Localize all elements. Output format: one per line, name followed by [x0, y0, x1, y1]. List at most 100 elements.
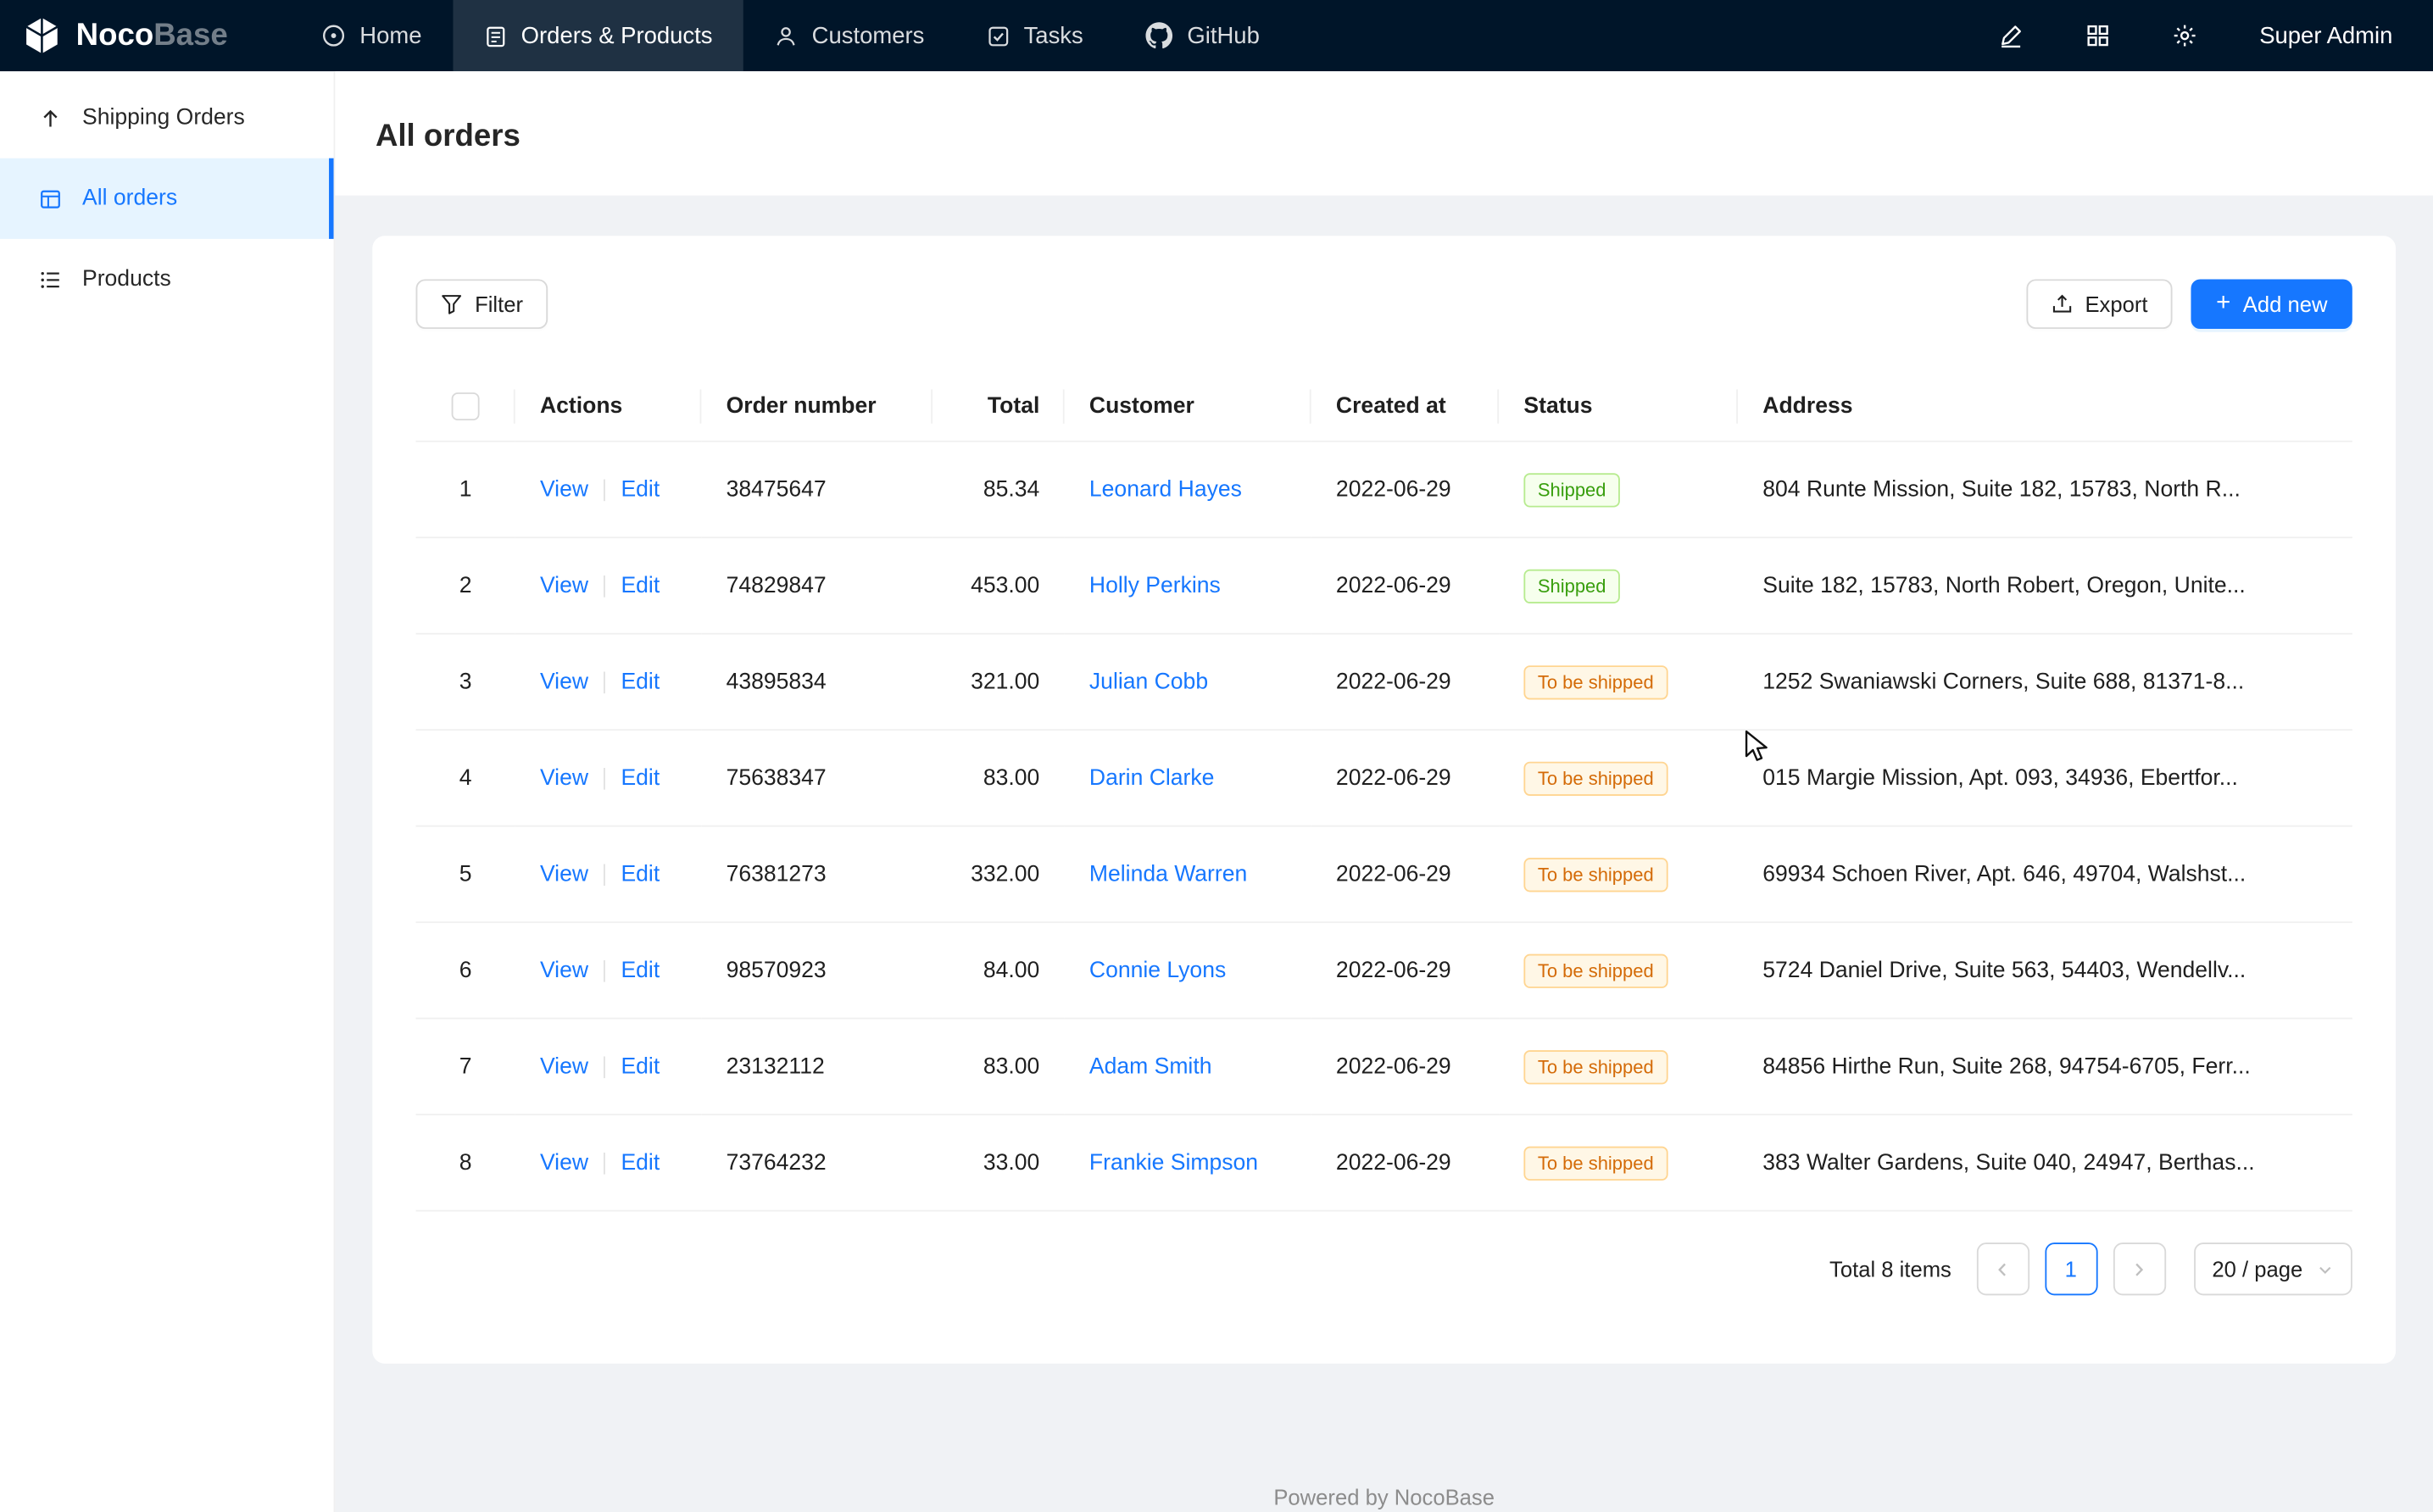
logo[interactable]: NocoBase: [0, 0, 256, 71]
nav-item-home[interactable]: Home: [290, 0, 453, 71]
design-mode-pen-icon[interactable]: [1999, 23, 2024, 47]
order-number: 23132112: [727, 1054, 825, 1079]
order-number: 38475647: [727, 477, 827, 502]
view-link[interactable]: View: [540, 1054, 588, 1079]
table-icon: [37, 187, 64, 210]
customer-link[interactable]: Melinda Warren: [1089, 862, 1247, 887]
customer-link[interactable]: Leonard Hayes: [1089, 477, 1242, 502]
page-header: All orders: [335, 71, 2433, 195]
header-address: Address: [1738, 372, 2352, 441]
page-size-select[interactable]: 20 / page: [2193, 1242, 2352, 1295]
total-cell: 83.00: [933, 1019, 1065, 1115]
order-total: 85.34: [983, 477, 1039, 502]
customer-link[interactable]: Darin Clarke: [1089, 765, 1215, 790]
customer-link[interactable]: Holly Perkins: [1089, 573, 1221, 598]
row-index-cell: 2: [416, 537, 515, 633]
prev-page-button[interactable]: [1976, 1242, 2029, 1295]
created-at: 2022-06-29: [1336, 670, 1451, 694]
order-total: 83.00: [983, 765, 1039, 790]
settings-gear-icon[interactable]: [2173, 23, 2197, 47]
row-index-cell: 7: [416, 1019, 515, 1115]
action-divider: [604, 1152, 605, 1174]
customer-cell: Melinda Warren: [1065, 826, 1311, 922]
sidebar-item-products[interactable]: Products: [0, 239, 334, 320]
edit-link[interactable]: Edit: [621, 1150, 660, 1175]
edit-link[interactable]: Edit: [621, 1054, 660, 1079]
page-size-value: 20 / page: [2212, 1257, 2302, 1281]
header-total: Total: [933, 372, 1065, 441]
created-at: 2022-06-29: [1336, 573, 1451, 598]
row-index-cell: 6: [416, 922, 515, 1018]
order-number-cell: 98570923: [701, 922, 933, 1018]
created-at-cell: 2022-06-29: [1311, 730, 1499, 825]
status-cell: Shipped: [1499, 442, 1738, 537]
status-badge: To be shipped: [1523, 761, 1667, 795]
order-number: 74829847: [727, 573, 827, 598]
created-at: 2022-06-29: [1336, 958, 1451, 982]
view-link[interactable]: View: [540, 765, 588, 790]
actions-cell: View Edit: [515, 730, 702, 825]
sidebar-item-shipping-orders[interactable]: Shipping Orders: [0, 78, 334, 158]
footer-text: Powered by NocoBase: [372, 1485, 2396, 1512]
action-divider: [604, 864, 605, 886]
view-link[interactable]: View: [540, 862, 588, 887]
edit-link[interactable]: Edit: [621, 670, 660, 694]
customer-link[interactable]: Frankie Simpson: [1089, 1150, 1258, 1175]
customer-link[interactable]: Julian Cobb: [1089, 670, 1208, 694]
row-index-cell: 8: [416, 1115, 515, 1210]
created-at-cell: 2022-06-29: [1311, 1019, 1499, 1115]
list-icon: [37, 268, 64, 291]
table-row: 5 ViewEdit 76381273 332.00 Melinda Warre…: [416, 826, 2352, 922]
orders-icon: [484, 24, 507, 47]
export-button[interactable]: Export: [2026, 279, 2173, 329]
view-link[interactable]: View: [540, 670, 588, 694]
plus-icon: +: [2216, 292, 2230, 316]
navbar-tools: Super Admin: [1999, 0, 2433, 71]
address-cell: 1252 Swaniawski Corners, Suite 688, 8137…: [1738, 634, 2352, 730]
row-index: 1: [459, 477, 472, 502]
order-total: 84.00: [983, 958, 1039, 982]
top-navbar: NocoBase Home Orders & Products Customer…: [0, 0, 2433, 71]
order-number: 75638347: [727, 765, 827, 790]
customer-link[interactable]: Adam Smith: [1089, 1054, 1212, 1079]
view-link[interactable]: View: [540, 1150, 588, 1175]
next-page-button[interactable]: [2113, 1242, 2165, 1295]
nav-item-customers[interactable]: Customers: [743, 0, 955, 71]
user-menu[interactable]: Super Admin: [2259, 23, 2392, 49]
customer-cell: Julian Cobb: [1065, 634, 1311, 730]
order-number: 43895834: [727, 670, 827, 694]
row-index: 6: [459, 958, 472, 982]
edit-link[interactable]: Edit: [621, 862, 660, 887]
home-icon: [321, 23, 346, 47]
github-icon: [1145, 22, 1173, 50]
nav-item-orders-products[interactable]: Orders & Products: [453, 0, 743, 71]
nav-item-github[interactable]: GitHub: [1114, 0, 1290, 71]
row-index-cell: 3: [416, 634, 515, 730]
filter-button[interactable]: Filter: [416, 279, 548, 329]
customer-link[interactable]: Connie Lyons: [1089, 958, 1226, 982]
view-link[interactable]: View: [540, 573, 588, 598]
status-badge: To be shipped: [1523, 953, 1667, 987]
add-new-button[interactable]: + Add new: [2191, 279, 2352, 329]
view-link[interactable]: View: [540, 958, 588, 982]
customer-cell: Holly Perkins: [1065, 537, 1311, 633]
customer-cell: Leonard Hayes: [1065, 442, 1311, 537]
edit-link[interactable]: Edit: [621, 958, 660, 982]
plugins-grid-icon[interactable]: [2085, 23, 2110, 47]
table-row: 8 ViewEdit 73764232 33.00 Frankie Simpso…: [416, 1115, 2352, 1210]
customer-cell: Darin Clarke: [1065, 730, 1311, 825]
orders-card: Filter Export + Add new: [372, 236, 2396, 1364]
page-1-button[interactable]: 1: [2045, 1242, 2097, 1295]
nav-item-tasks[interactable]: Tasks: [955, 0, 1114, 71]
total-cell: 85.34: [933, 442, 1065, 537]
edit-link[interactable]: Edit: [621, 765, 660, 790]
nav-item-label: GitHub: [1187, 23, 1259, 49]
sidebar-item-all-orders[interactable]: All orders: [0, 158, 334, 239]
edit-link[interactable]: Edit: [621, 573, 660, 598]
view-link[interactable]: View: [540, 477, 588, 502]
sidebar-item-label: Products: [82, 267, 171, 292]
edit-link[interactable]: Edit: [621, 477, 660, 502]
action-divider: [604, 479, 605, 501]
page-title: All orders: [376, 114, 2433, 158]
select-all-checkbox[interactable]: [452, 392, 480, 420]
